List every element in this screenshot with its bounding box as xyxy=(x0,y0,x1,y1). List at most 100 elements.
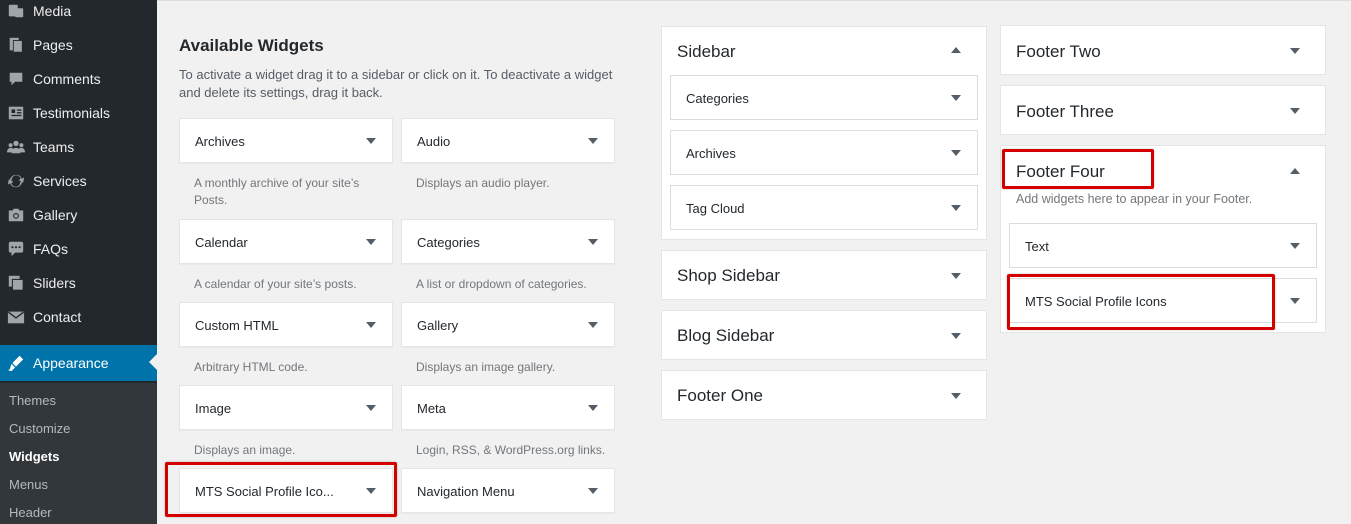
caret-down-icon[interactable] xyxy=(1290,243,1300,249)
widget-title: Image xyxy=(195,401,232,416)
widget-description: Login, RSS, & WordPress.org links. xyxy=(416,443,606,457)
widget-title: Audio xyxy=(417,134,451,149)
sidebar-area-shop-sidebar[interactable]: Shop Sidebar xyxy=(661,250,987,300)
caret-down-icon[interactable] xyxy=(588,239,598,245)
caret-down-icon[interactable] xyxy=(366,405,376,411)
menu-item-sliders[interactable]: Sliders xyxy=(0,266,157,300)
caret-down-icon[interactable] xyxy=(588,488,598,494)
admin-sidebar: Media Pages Comments Testimonials Teams … xyxy=(0,0,157,524)
sliders-icon xyxy=(6,273,26,293)
sidebar-area-title: Footer Three xyxy=(1016,102,1114,121)
media-icon xyxy=(6,1,26,21)
caret-down-icon[interactable] xyxy=(951,393,961,399)
sidebar-area-title[interactable]: Sidebar xyxy=(677,42,736,62)
menu-item-label: Sliders xyxy=(33,275,76,291)
widget-navigation-menu[interactable]: Navigation Menu xyxy=(401,468,615,513)
menu-item-contact[interactable]: Contact xyxy=(0,300,157,334)
widget-description: A list or dropdown of categories. xyxy=(416,277,587,291)
caret-down-icon[interactable] xyxy=(1290,298,1300,304)
sidebar-area-footer-one[interactable]: Footer One xyxy=(661,370,987,420)
header-divider xyxy=(157,0,1351,1)
widget-title: Categories xyxy=(417,235,480,250)
sidebar-area-footer-two[interactable]: Footer Two xyxy=(1000,25,1326,75)
highlight-box xyxy=(1002,149,1154,189)
menu-item-label: Testimonials xyxy=(33,105,111,121)
menu-item-label: Comments xyxy=(33,71,101,87)
widget-title: Calendar xyxy=(195,235,248,250)
caret-down-icon[interactable] xyxy=(951,95,961,101)
teams-icon xyxy=(6,137,26,157)
highlight-box xyxy=(1007,274,1275,330)
available-widgets-panel: Available Widgets To activate a widget d… xyxy=(179,36,619,100)
submenu-item-customize[interactable]: Customize xyxy=(9,421,70,436)
menu-item-services[interactable]: Services xyxy=(0,164,157,198)
caret-down-icon[interactable] xyxy=(951,333,961,339)
widget-custom-html[interactable]: Custom HTML xyxy=(179,302,393,347)
sidebar-area-footer-three[interactable]: Footer Three xyxy=(1000,85,1326,135)
menu-item-teams[interactable]: Teams xyxy=(0,130,157,164)
sidebar-widget-tag-cloud[interactable]: Tag Cloud xyxy=(670,185,978,230)
widget-meta[interactable]: Meta xyxy=(401,385,615,430)
submenu-item-menus[interactable]: Menus xyxy=(9,477,48,492)
widget-title: Categories xyxy=(686,91,749,106)
caret-up-icon[interactable] xyxy=(1290,168,1300,174)
appearance-icon xyxy=(6,353,26,373)
caret-down-icon[interactable] xyxy=(588,405,598,411)
available-widgets-description: To activate a widget drag it to a sideba… xyxy=(179,67,613,100)
menu-item-appearance[interactable]: Appearance xyxy=(0,345,157,381)
menu-item-faqs[interactable]: FAQs xyxy=(0,232,157,266)
widget-description: Displays an image gallery. xyxy=(416,360,556,374)
sidebar-widget-archives[interactable]: Archives xyxy=(670,130,978,175)
caret-down-icon[interactable] xyxy=(951,150,961,156)
widget-categories[interactable]: Categories xyxy=(401,219,615,264)
appearance-submenu: Themes Customize Widgets Menus Header xyxy=(0,383,157,524)
contact-icon xyxy=(6,307,26,327)
menu-item-media[interactable]: Media xyxy=(0,0,157,28)
widget-title: Meta xyxy=(417,401,446,416)
widget-description: A monthly archive of your site’s Posts. xyxy=(194,176,360,207)
sidebar-area-blog-sidebar[interactable]: Blog Sidebar xyxy=(661,310,987,360)
sidebar-area-title: Shop Sidebar xyxy=(677,266,781,285)
caret-up-icon[interactable] xyxy=(951,47,961,53)
sidebar-area-title: Footer One xyxy=(677,386,763,405)
widget-image[interactable]: Image xyxy=(179,385,393,430)
gallery-icon xyxy=(6,205,26,225)
widget-title: Archives xyxy=(686,146,736,161)
menu-item-label: Gallery xyxy=(33,207,78,223)
caret-down-icon[interactable] xyxy=(588,138,598,144)
menu-item-label: Contact xyxy=(33,309,82,325)
widget-calendar[interactable]: Calendar xyxy=(179,219,393,264)
menu-item-label: Appearance xyxy=(33,355,109,371)
caret-down-icon[interactable] xyxy=(588,322,598,328)
caret-down-icon[interactable] xyxy=(951,273,961,279)
caret-down-icon[interactable] xyxy=(951,205,961,211)
menu-item-label: Services xyxy=(33,173,87,189)
sidebar-widget-categories[interactable]: Categories xyxy=(670,75,978,120)
menu-item-gallery[interactable]: Gallery xyxy=(0,198,157,232)
caret-down-icon[interactable] xyxy=(366,138,376,144)
menu-item-pages[interactable]: Pages xyxy=(0,28,157,62)
menu-item-label: FAQs xyxy=(33,241,69,257)
widget-archives[interactable]: Archives xyxy=(179,118,393,163)
caret-down-icon[interactable] xyxy=(1290,108,1300,114)
submenu-item-widgets[interactable]: Widgets xyxy=(9,449,59,464)
caret-down-icon[interactable] xyxy=(366,239,376,245)
submenu-item-themes[interactable]: Themes xyxy=(9,393,56,408)
caret-down-icon[interactable] xyxy=(1290,48,1300,54)
widget-title: Archives xyxy=(195,134,245,149)
caret-down-icon[interactable] xyxy=(366,322,376,328)
highlight-box xyxy=(165,462,397,517)
submenu-item-header[interactable]: Header xyxy=(9,505,52,520)
widget-gallery[interactable]: Gallery xyxy=(401,302,615,347)
widget-audio[interactable]: Audio xyxy=(401,118,615,163)
widget-description: A calendar of your site’s posts. xyxy=(194,277,357,291)
sidebar-area-sidebar: Sidebar Categories Archives Tag Cloud xyxy=(661,26,987,240)
menu-item-testimonials[interactable]: Testimonials xyxy=(0,96,157,130)
widget-description: Arbitrary HTML code. xyxy=(194,360,308,374)
testimonials-icon xyxy=(6,103,26,123)
widget-title: Navigation Menu xyxy=(417,484,515,499)
sidebar-widget-text[interactable]: Text xyxy=(1009,223,1317,268)
menu-item-comments[interactable]: Comments xyxy=(0,62,157,96)
current-menu-arrow xyxy=(149,354,157,370)
widget-title: Gallery xyxy=(417,318,459,333)
